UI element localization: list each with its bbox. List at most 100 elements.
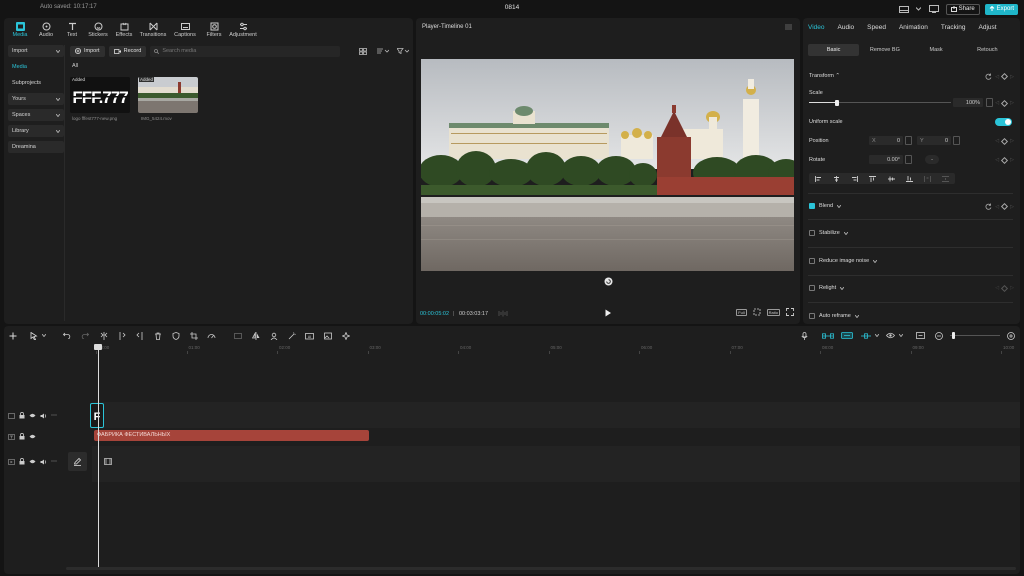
magnet-link-icon[interactable] <box>822 331 834 340</box>
crop-icon[interactable] <box>753 308 761 316</box>
image-edit-icon[interactable] <box>323 331 332 340</box>
zoom-in-icon[interactable] <box>1006 331 1015 340</box>
fullscreen-icon[interactable] <box>786 308 794 316</box>
sidebar-item-import[interactable]: Import <box>8 45 64 57</box>
export-button[interactable]: Export <box>984 3 1018 15</box>
rotate-stepper[interactable] <box>905 155 912 164</box>
waveform-icon[interactable] <box>498 310 508 317</box>
magic-icon[interactable] <box>287 331 296 340</box>
rotate-field[interactable]: 0.00° <box>869 155 903 164</box>
more-icon[interactable]: ⋯ <box>51 412 57 419</box>
tab-transitions[interactable]: Transitions <box>138 20 168 38</box>
position-y-field[interactable]: Y 0 <box>917 136 951 145</box>
timeline-scrollbar[interactable] <box>66 567 1016 570</box>
keyframe-icon[interactable] <box>1001 202 1009 211</box>
sort-icon[interactable] <box>377 48 389 54</box>
transform-section-toggle[interactable]: Transform ⌃ <box>809 73 840 79</box>
y-stepper[interactable] <box>953 136 960 145</box>
lock-icon[interactable] <box>19 412 25 419</box>
share-button[interactable]: Share <box>945 3 980 15</box>
tab-text[interactable]: Text <box>60 20 84 38</box>
sparkle-icon[interactable] <box>341 331 350 340</box>
layout-icon[interactable] <box>897 4 911 14</box>
project-title[interactable]: 0814 <box>0 4 1024 11</box>
keyframe-icon[interactable] <box>1001 284 1009 292</box>
linkage-icon[interactable] <box>860 331 872 340</box>
ai-edit-icon[interactable]: AI <box>305 331 314 340</box>
keyframe-icon[interactable] <box>1001 99 1009 107</box>
lock-icon[interactable] <box>19 433 25 440</box>
slider-thumb[interactable] <box>835 100 840 106</box>
chevron-down-icon[interactable] <box>896 331 905 340</box>
menu-icon[interactable] <box>785 24 792 30</box>
align-bottom-icon[interactable] <box>905 175 913 182</box>
reset-icon[interactable] <box>985 203 992 210</box>
remove-bg-icon[interactable] <box>269 331 278 340</box>
play-button[interactable] <box>604 309 612 317</box>
uniform-scale-toggle[interactable] <box>995 118 1012 126</box>
lock-icon[interactable] <box>19 458 25 465</box>
stabilize-checkbox[interactable] <box>809 230 815 236</box>
relight-section[interactable]: Relight <box>809 285 845 291</box>
tab-stickers[interactable]: Stickers <box>86 20 110 38</box>
media-item-logo[interactable]: FFF.777 Added <box>70 77 130 113</box>
speed-icon[interactable] <box>207 331 216 340</box>
media-item-video[interactable]: Added <box>138 77 198 113</box>
cover-button[interactable] <box>68 452 87 471</box>
tab-media[interactable]: Media <box>8 20 32 38</box>
next-keyframe-icon[interactable]: ▷ <box>1010 74 1014 80</box>
video-track-placeholder-icon[interactable] <box>104 458 112 465</box>
shield-icon[interactable] <box>171 331 180 340</box>
scale-value-field[interactable]: 100% <box>953 98 983 107</box>
visibility-icon[interactable] <box>29 459 36 464</box>
mirror-icon[interactable] <box>251 331 260 340</box>
more-icon[interactable]: ⋯ <box>51 458 57 465</box>
import-button[interactable]: Import <box>70 45 105 57</box>
next-keyframe-icon[interactable]: ▷ <box>1010 138 1014 144</box>
subtab-basic[interactable]: Basic <box>808 44 860 56</box>
sidebar-item-spaces[interactable]: Spaces <box>8 109 64 121</box>
microphone-icon[interactable] <box>800 331 809 340</box>
align-center-h-icon[interactable] <box>833 175 840 182</box>
chevron-down-icon[interactable] <box>872 331 881 340</box>
tab-adjust[interactable]: Adjust <box>979 24 997 31</box>
zoom-out-icon[interactable] <box>934 331 943 340</box>
sticker-clip[interactable]: F <box>90 403 104 428</box>
prev-keyframe-icon[interactable]: ◁ <box>995 285 999 291</box>
undo-icon[interactable] <box>62 331 71 340</box>
align-top-icon[interactable] <box>869 175 877 182</box>
prev-keyframe-icon[interactable]: ◁ <box>995 74 999 80</box>
distribute-v-icon[interactable] <box>942 175 950 182</box>
add-track-icon[interactable] <box>8 331 17 340</box>
keyframe-icon[interactable] <box>1001 72 1009 81</box>
distribute-h-icon[interactable] <box>924 175 932 182</box>
next-keyframe-icon[interactable]: ▷ <box>1010 157 1014 163</box>
zoom-slider-thumb[interactable] <box>952 332 955 339</box>
rotate-handle-icon[interactable] <box>604 277 613 286</box>
align-center-v-icon[interactable] <box>887 176 895 182</box>
fit-zoom-icon[interactable] <box>916 331 925 340</box>
subtab-mask[interactable]: Mask <box>911 44 962 56</box>
scale-stepper[interactable] <box>986 98 993 107</box>
chevron-down-icon[interactable] <box>916 4 922 14</box>
stabilize-section[interactable]: Stabilize <box>809 230 848 236</box>
search-input[interactable]: Search media <box>150 45 341 57</box>
sidebar-item-dreamina[interactable]: Dreamina <box>8 141 64 153</box>
main-lane[interactable] <box>92 446 1020 482</box>
redo-icon[interactable] <box>80 331 89 340</box>
align-right-icon[interactable] <box>851 175 859 182</box>
playhead[interactable] <box>98 344 99 570</box>
sidebar-item-media[interactable]: Media <box>8 61 64 73</box>
grid-view-icon[interactable] <box>359 47 367 55</box>
tab-adjustment[interactable]: Adjustment <box>228 20 258 38</box>
rotate-reset-button[interactable]: - <box>925 155 939 164</box>
auto-reframe-checkbox[interactable] <box>809 313 815 319</box>
full-quality-button[interactable]: Full <box>736 308 747 316</box>
blend-checkbox[interactable] <box>809 203 815 209</box>
speaker-icon[interactable] <box>40 413 47 419</box>
prev-keyframe-icon[interactable]: ◁ <box>995 138 999 144</box>
sticker-lane[interactable] <box>92 402 1020 428</box>
position-x-field[interactable]: X 0 <box>869 136 903 145</box>
freeze-icon[interactable] <box>233 331 242 340</box>
blend-section[interactable]: Blend <box>809 203 842 209</box>
